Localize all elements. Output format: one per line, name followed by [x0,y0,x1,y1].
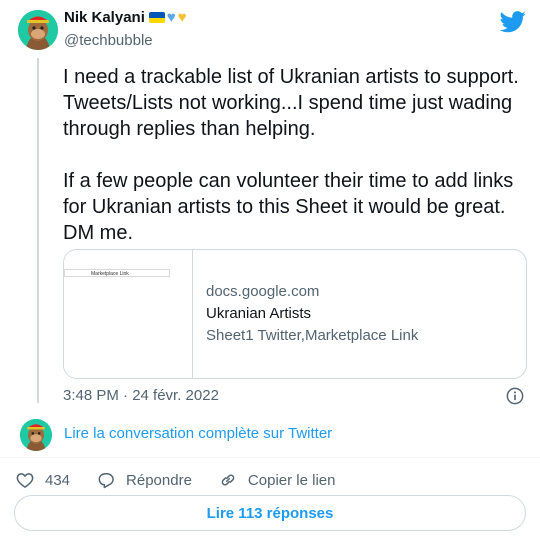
author-name-row[interactable]: Nik Kalyani ♥ ♥ [64,9,187,26]
reply-label: Répondre [126,471,192,489]
read-conversation-link[interactable]: Lire la conversation complète sur Twitte… [64,425,332,442]
tweet-timestamp[interactable]: 3:48 PM · 24 févr. 2022 [63,387,219,404]
card-domain: docs.google.com [206,283,320,300]
blue-heart-icon: ♥ [166,9,176,26]
author-avatar[interactable] [18,10,58,50]
divider [0,457,540,458]
thread-line [37,58,39,403]
sheet-thumbnail: Marketplace Link [64,250,193,378]
author-name[interactable]: Nik Kalyani [64,9,145,26]
heart-icon [16,473,34,488]
read-replies-button[interactable]: Lire 113 réponses [14,495,526,531]
tweet-paragraph: If a few people can volunteer their time… [63,170,514,244]
author-handle[interactable]: @techbubble [64,32,153,49]
copy-link-label: Copier le lien [247,471,336,489]
author-avatar-small[interactable] [20,419,52,451]
sheet-thumbnail-cell: Marketplace Link [64,269,170,277]
link-card[interactable]: Marketplace Link docs.google.com Ukrania… [63,249,527,379]
tweet-paragraph: I need a trackable list of Ukranian arti… [63,66,519,140]
card-title: Ukranian Artists [206,305,312,322]
ape-avatar-icon [20,419,52,451]
reply-icon [98,473,114,489]
card-description: Sheet1 Twitter,Marketplace Link [206,327,419,344]
reply-button[interactable]: Répondre [96,470,192,490]
copy-link-button[interactable]: Copier le lien [218,470,336,490]
tweet-body: I need a trackable list of Ukranian arti… [63,64,533,246]
link-icon [221,474,235,486]
info-icon[interactable] [506,387,524,405]
like-button[interactable]: 434 [15,470,70,490]
ukraine-flag-icon [148,12,165,23]
action-bar: 434 Répondre Copier le lien [15,470,361,490]
yellow-heart-icon: ♥ [177,9,187,26]
like-count: 434 [45,471,71,489]
ape-avatar-icon [18,10,58,50]
twitter-bird-icon[interactable] [500,11,526,33]
